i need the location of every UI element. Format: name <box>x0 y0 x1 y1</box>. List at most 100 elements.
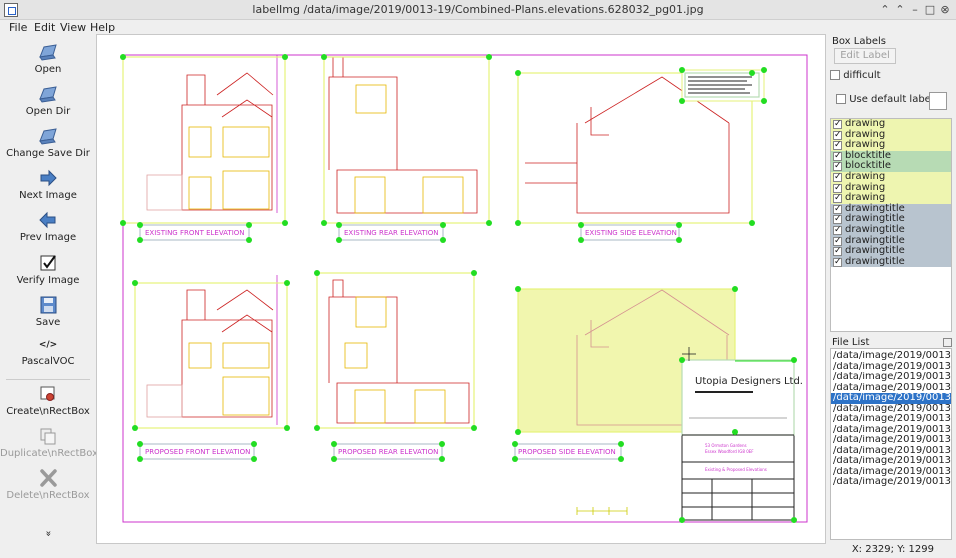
label-visibility-checkbox[interactable] <box>833 119 842 129</box>
difficult-checkbox[interactable] <box>830 70 840 80</box>
vertex-handle[interactable] <box>486 220 492 226</box>
vertex-handle[interactable] <box>515 429 521 435</box>
shade-up-icon[interactable]: ⌃ <box>878 3 892 17</box>
vertex-handle[interactable] <box>440 237 446 243</box>
file-list-item[interactable]: /data/image/2019/0013-19/D <box>831 414 951 425</box>
vertex-handle[interactable] <box>679 517 685 523</box>
menu-edit[interactable]: Edit <box>34 21 55 34</box>
label-visibility-checkbox[interactable] <box>833 161 842 172</box>
vertex-handle[interactable] <box>336 222 342 228</box>
vertex-handle[interactable] <box>732 429 738 435</box>
vertex-handle[interactable] <box>120 220 126 226</box>
maximize-button[interactable]: □ <box>923 3 937 17</box>
label-visibility-checkbox[interactable] <box>833 225 842 235</box>
keep-above-icon[interactable]: ⌃ <box>893 3 907 17</box>
file-list-item[interactable]: /data/image/2019/0013-19/C <box>831 467 951 478</box>
label-visibility-checkbox[interactable] <box>833 140 842 151</box>
vertex-handle[interactable] <box>132 280 138 286</box>
vertex-handle[interactable] <box>440 222 446 228</box>
vertex-handle[interactable] <box>512 441 518 447</box>
vertex-handle[interactable] <box>578 237 584 243</box>
vertex-handle[interactable] <box>314 425 320 431</box>
vertex-handle[interactable] <box>679 67 685 73</box>
vertex-handle[interactable] <box>336 237 342 243</box>
difficult-checkbox-row[interactable]: difficult <box>830 70 881 81</box>
vertex-handle[interactable] <box>679 98 685 104</box>
use-default-label-row[interactable]: Use default label <box>836 94 934 105</box>
label-list[interactable]: drawingdrawingdrawingblocktitleblocktitl… <box>830 118 952 332</box>
vertex-handle[interactable] <box>791 517 797 523</box>
vertex-handle[interactable] <box>471 270 477 276</box>
prev-image-button[interactable]: Prev Image <box>0 206 96 248</box>
duplicate-rectbox-button[interactable]: Duplicate\nRectBox <box>0 422 98 464</box>
vertex-handle[interactable] <box>314 270 320 276</box>
menu-help[interactable]: Help <box>90 21 115 34</box>
vertex-handle[interactable] <box>120 54 126 60</box>
file-list-item[interactable]: /data/image/2019/0013-19/C <box>831 404 951 415</box>
next-image-button[interactable]: Next Image <box>0 164 96 206</box>
vertex-handle[interactable] <box>732 286 738 292</box>
use-default-label-checkbox[interactable] <box>836 94 846 104</box>
vertex-handle[interactable] <box>321 220 327 226</box>
vertex-handle[interactable] <box>137 222 143 228</box>
label-visibility-checkbox[interactable] <box>833 214 842 225</box>
edit-label-button[interactable]: Edit Label <box>834 48 896 64</box>
vertex-handle[interactable] <box>251 441 257 447</box>
menu-file[interactable]: File <box>9 21 27 34</box>
minimize-button[interactable]: – <box>908 3 922 17</box>
pascal-voc-button[interactable]: </> PascalVOC <box>0 334 96 376</box>
vertex-handle[interactable] <box>749 70 755 76</box>
vertex-handle[interactable] <box>486 54 492 60</box>
vertex-handle[interactable] <box>791 357 797 363</box>
vertex-handle[interactable] <box>331 456 337 462</box>
file-list-item[interactable]: /data/image/2019/0013-19/C <box>831 393 951 404</box>
save-button[interactable]: Save <box>0 291 96 333</box>
vertex-handle[interactable] <box>246 222 252 228</box>
label-visibility-checkbox[interactable] <box>833 246 842 257</box>
vertex-handle[interactable] <box>618 456 624 462</box>
label-visibility-checkbox[interactable] <box>833 151 842 161</box>
label-visibility-checkbox[interactable] <box>833 236 842 246</box>
label-visibility-checkbox[interactable] <box>833 257 842 267</box>
toolbar-more-button[interactable]: » <box>0 526 96 542</box>
label-visibility-checkbox[interactable] <box>833 193 842 204</box>
file-list[interactable]: /data/image/2019/0013-19/A/data/image/20… <box>830 348 952 540</box>
vertex-handle[interactable] <box>749 220 755 226</box>
vertex-handle[interactable] <box>439 456 445 462</box>
delete-rectbox-button[interactable]: Delete\nRectBox <box>0 464 96 506</box>
vertex-handle[interactable] <box>282 54 288 60</box>
vertex-handle[interactable] <box>137 441 143 447</box>
change-save-dir-button[interactable]: Change Save Dir <box>0 122 96 164</box>
label-visibility-checkbox[interactable] <box>833 183 842 193</box>
open-dir-button[interactable]: Open Dir <box>0 80 96 122</box>
vertex-handle[interactable] <box>515 220 521 226</box>
file-list-item[interactable]: /data/image/2019/0013-19/C <box>831 446 951 457</box>
close-button[interactable]: ⊗ <box>938 3 952 17</box>
vertex-handle[interactable] <box>679 357 685 363</box>
vertex-handle[interactable] <box>515 70 521 76</box>
vertex-handle[interactable] <box>282 220 288 226</box>
file-list-item[interactable]: /data/image/2019/0013-19/A <box>831 372 951 383</box>
vertex-handle[interactable] <box>251 456 257 462</box>
file-list-item[interactable]: /data/image/2019/0013-19/D <box>831 435 951 446</box>
label-visibility-checkbox[interactable] <box>833 172 842 182</box>
vertex-handle[interactable] <box>321 54 327 60</box>
file-list-item[interactable]: /data/image/2019/0013-19/C <box>831 456 951 467</box>
vertex-handle[interactable] <box>439 441 445 447</box>
create-rectbox-button[interactable]: Create\nRectBox <box>0 380 96 422</box>
float-dock-icon[interactable] <box>943 338 952 347</box>
file-list-item[interactable]: /data/image/2019/0013-19/D <box>831 425 951 436</box>
vertex-handle[interactable] <box>676 222 682 228</box>
vertex-handle[interactable] <box>471 425 477 431</box>
menu-view[interactable]: View <box>60 21 86 34</box>
vertex-handle[interactable] <box>515 286 521 292</box>
vertex-handle[interactable] <box>137 456 143 462</box>
label-visibility-checkbox[interactable] <box>833 130 842 140</box>
file-list-item[interactable]: /data/image/2019/0013-19/A <box>831 383 951 394</box>
open-button[interactable]: Open <box>0 38 96 80</box>
vertex-handle[interactable] <box>578 222 584 228</box>
vertex-handle[interactable] <box>331 441 337 447</box>
label-visibility-checkbox[interactable] <box>833 204 842 214</box>
default-label-input[interactable] <box>929 92 947 110</box>
vertex-handle[interactable] <box>761 98 767 104</box>
